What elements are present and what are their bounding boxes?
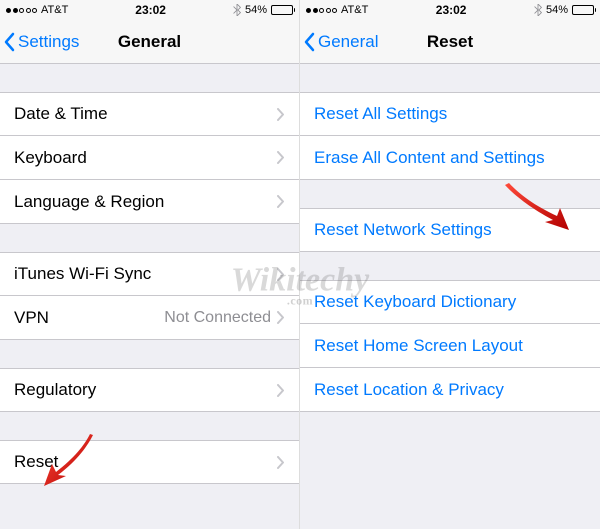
carrier-label: AT&T: [341, 4, 368, 16]
phone-reset: AT&T 23:02 54% General Reset Reset All S…: [300, 0, 600, 529]
row-label: Language & Region: [14, 192, 164, 212]
row-keyboard[interactable]: Keyboard: [0, 136, 299, 180]
row-label: Reset All Settings: [314, 104, 447, 124]
back-button[interactable]: General: [300, 32, 384, 52]
status-bar: AT&T 23:02 54%: [300, 0, 600, 20]
row-reset-keyboard-dictionary[interactable]: Reset Keyboard Dictionary: [300, 280, 600, 324]
battery-pct: 54%: [546, 4, 568, 16]
signal-dots-icon: [6, 8, 37, 13]
row-label: Keyboard: [14, 148, 87, 168]
chevron-right-icon: [277, 195, 285, 208]
chevron-left-icon: [2, 32, 16, 52]
row-label: Reset Location & Privacy: [314, 380, 504, 400]
row-date-time[interactable]: Date & Time: [0, 92, 299, 136]
chevron-right-icon: [277, 311, 285, 324]
chevron-right-icon: [277, 108, 285, 121]
row-regulatory[interactable]: Regulatory: [0, 368, 299, 412]
chevron-right-icon: [277, 151, 285, 164]
battery-pct: 54%: [245, 4, 267, 16]
row-itunes-wifi-sync[interactable]: iTunes Wi-Fi Sync: [0, 252, 299, 296]
row-label: Date & Time: [14, 104, 108, 124]
status-clock: 23:02: [436, 3, 467, 17]
bluetooth-icon: [534, 4, 542, 16]
settings-list: Date & Time Keyboard Language & Region i…: [0, 64, 299, 484]
row-reset-home-screen-layout[interactable]: Reset Home Screen Layout: [300, 324, 600, 368]
nav-bar: General Reset: [300, 20, 600, 64]
row-reset-network-settings[interactable]: Reset Network Settings: [300, 208, 600, 252]
row-label: Reset Network Settings: [314, 220, 492, 240]
status-clock: 23:02: [135, 3, 166, 17]
row-reset-all-settings[interactable]: Reset All Settings: [300, 92, 600, 136]
chevron-right-icon: [277, 384, 285, 397]
phone-general: AT&T 23:02 54% Settings General Date & T…: [0, 0, 300, 529]
signal-dots-icon: [306, 8, 337, 13]
row-label: Erase All Content and Settings: [314, 148, 545, 168]
chevron-right-icon: [277, 268, 285, 281]
row-reset-location-privacy[interactable]: Reset Location & Privacy: [300, 368, 600, 412]
row-label: Regulatory: [14, 380, 96, 400]
row-value: Not Connected: [164, 309, 271, 327]
battery-icon: [271, 5, 293, 15]
back-label: General: [318, 32, 378, 52]
row-erase-all[interactable]: Erase All Content and Settings: [300, 136, 600, 180]
row-label: Reset: [14, 452, 58, 472]
nav-bar: Settings General: [0, 20, 299, 64]
status-bar: AT&T 23:02 54%: [0, 0, 299, 20]
chevron-left-icon: [302, 32, 316, 52]
back-label: Settings: [18, 32, 79, 52]
row-label: Reset Home Screen Layout: [314, 336, 523, 356]
battery-icon: [572, 5, 594, 15]
bluetooth-icon: [233, 4, 241, 16]
row-language-region[interactable]: Language & Region: [0, 180, 299, 224]
row-label: iTunes Wi-Fi Sync: [14, 264, 151, 284]
row-label: VPN: [14, 308, 49, 328]
row-vpn[interactable]: VPN Not Connected: [0, 296, 299, 340]
reset-list: Reset All Settings Erase All Content and…: [300, 64, 600, 412]
row-reset[interactable]: Reset: [0, 440, 299, 484]
row-label: Reset Keyboard Dictionary: [314, 292, 516, 312]
carrier-label: AT&T: [41, 4, 68, 16]
chevron-right-icon: [277, 456, 285, 469]
back-button[interactable]: Settings: [0, 32, 85, 52]
